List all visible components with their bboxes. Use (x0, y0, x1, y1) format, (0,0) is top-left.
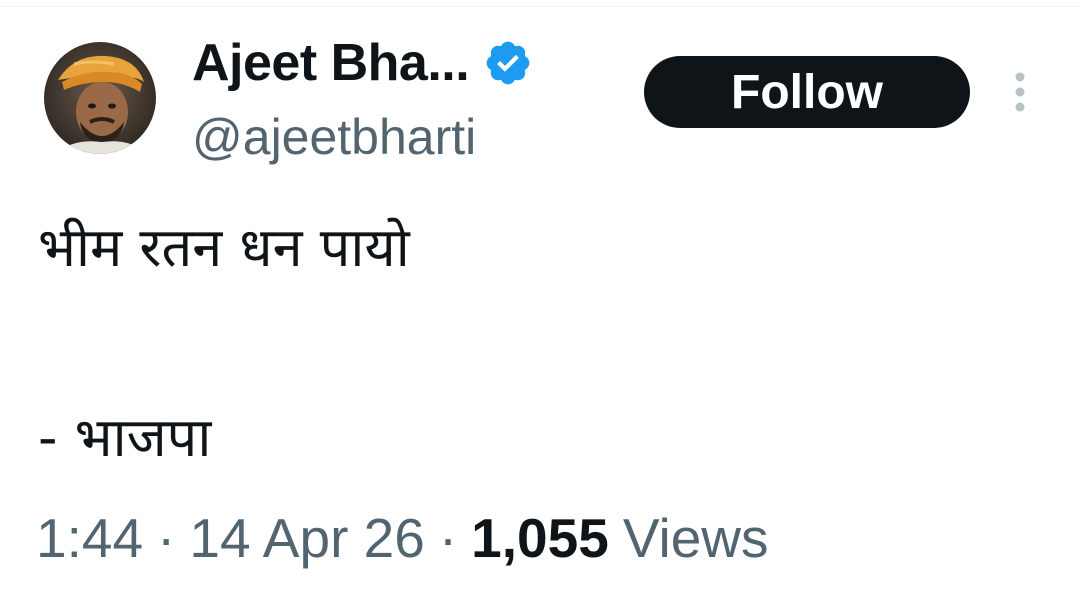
author-handle[interactable]: @ajeetbharti (192, 108, 476, 166)
vertical-ellipsis-icon (1015, 72, 1025, 112)
top-divider (0, 6, 1079, 7)
views-count[interactable]: 1,055 (471, 506, 609, 570)
tweet-time[interactable]: 1:44 (36, 506, 143, 570)
display-name[interactable]: Ajeet Bha... (192, 33, 470, 93)
display-name-row: Ajeet Bha... (192, 30, 533, 96)
avatar-image (44, 42, 156, 154)
tweet-text-line: भीम रतन धन पायो (38, 216, 410, 279)
author-avatar[interactable] (44, 42, 156, 154)
meta-separator: · (157, 507, 176, 569)
more-options-button[interactable] (1004, 66, 1036, 118)
views-label[interactable]: Views (623, 506, 769, 570)
meta-separator: · (438, 507, 458, 569)
tweet-date[interactable]: 14 Apr 26 (189, 506, 424, 570)
tweet-text-line: - भाजपा (38, 406, 212, 469)
verified-badge-icon (483, 38, 533, 88)
tweet-meta: 1:44 · 14 Apr 26 · 1,055 Views (36, 506, 769, 570)
follow-button[interactable]: Follow (644, 56, 970, 128)
